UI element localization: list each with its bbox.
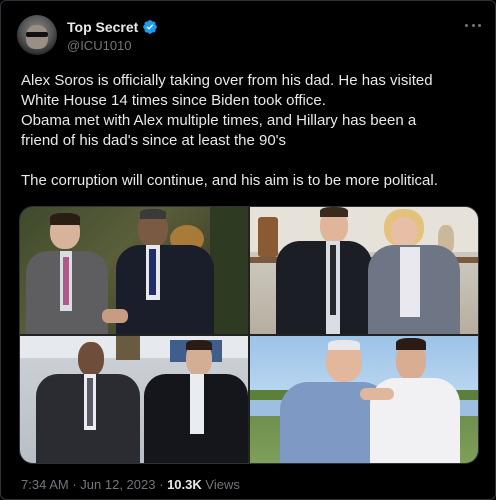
avatar[interactable] bbox=[17, 15, 57, 55]
media-grid bbox=[19, 206, 479, 464]
views-count[interactable]: 10.3K bbox=[167, 477, 202, 492]
tweet-header: Top Secret @ICU1010 bbox=[17, 15, 485, 59]
avatar-glasses bbox=[26, 32, 48, 37]
more-options-icon[interactable] bbox=[463, 17, 483, 33]
author-name[interactable]: Top Secret bbox=[67, 19, 138, 35]
tweet-card: Top Secret @ICU1010 Alex Soros is offici… bbox=[0, 0, 496, 500]
tweet-text-line: Obama met with Alex multiple times, and … bbox=[21, 112, 417, 129]
meta-separator: · bbox=[159, 477, 164, 492]
verified-badge-icon bbox=[143, 20, 158, 34]
tweet-meta: 7:34 AM · Jun 12, 2023 · 10.3K Views bbox=[21, 477, 240, 492]
avatar-face bbox=[26, 25, 48, 49]
tweet-time[interactable]: 7:34 AM bbox=[21, 477, 69, 492]
photo-kitchen[interactable] bbox=[250, 207, 478, 334]
photo-suits[interactable] bbox=[20, 336, 248, 463]
photo-handshake[interactable] bbox=[20, 207, 248, 334]
tweet-text-line: The corruption will continue, and his ai… bbox=[21, 172, 438, 189]
tweet-text-line: White House 14 times since Biden took of… bbox=[21, 92, 326, 109]
meta-separator: · bbox=[72, 477, 77, 492]
tweet-text: Alex Soros is officially taking over fro… bbox=[21, 71, 483, 191]
tweet-text-line: friend of his dad's since at least the 9… bbox=[21, 132, 287, 149]
tweet-text-line: Alex Soros is officially taking over fro… bbox=[21, 72, 433, 89]
photo-outdoor[interactable] bbox=[250, 336, 478, 463]
author-handle[interactable]: @ICU1010 bbox=[67, 38, 132, 53]
tweet-date[interactable]: Jun 12, 2023 bbox=[80, 477, 155, 492]
author-name-row[interactable]: Top Secret bbox=[67, 19, 158, 35]
views-label: Views bbox=[205, 477, 240, 492]
